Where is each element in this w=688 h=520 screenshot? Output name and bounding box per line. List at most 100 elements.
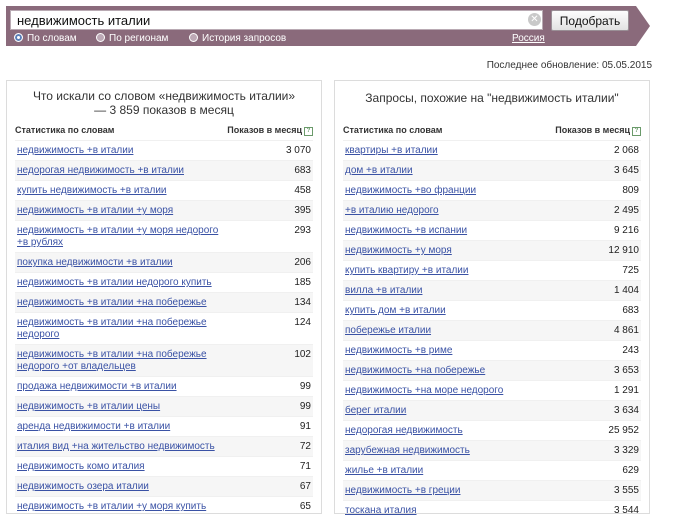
tab-history[interactable]: История запросов: [189, 33, 286, 44]
query-link[interactable]: недвижимость +на побережье: [343, 361, 560, 380]
panel-title: Запросы, похожие на "недвижимость италии…: [365, 91, 619, 105]
impressions-count: 206: [294, 257, 311, 268]
table-row: недвижимость +в италии +на побережье нед…: [15, 312, 313, 344]
query-link[interactable]: купить дом +в италии: [343, 301, 560, 320]
table-row: купить дом +в италии 683: [343, 300, 641, 320]
query-link[interactable]: дом +в италии: [343, 161, 560, 180]
help-icon[interactable]: ?: [632, 127, 641, 136]
last-updated: Последнее обновление: 05.05.2015: [486, 60, 652, 71]
impressions-count: 725: [622, 265, 639, 276]
column-header-impressions: Показов в месяц?: [227, 125, 313, 136]
query-link[interactable]: недвижимость +во франции: [343, 181, 560, 200]
impressions-count: 9 216: [613, 225, 639, 236]
impressions-count: 99: [299, 401, 311, 412]
tab-label: По регионам: [109, 33, 169, 44]
column-header-impressions: Показов в месяц?: [555, 125, 641, 136]
table-row: недвижимость +в италии +на побережье нед…: [15, 344, 313, 376]
clear-icon[interactable]: ✕: [528, 13, 541, 26]
table-row: купить недвижимость +в италии 458: [15, 180, 313, 200]
find-button[interactable]: Подобрать: [551, 10, 629, 31]
impressions-count: 12 910: [608, 245, 639, 256]
query-link[interactable]: недорогая недвижимость +в италии: [15, 161, 232, 180]
query-link[interactable]: недвижимость +в италии цены: [15, 397, 232, 416]
column-header-words: Статистика по словам: [343, 125, 443, 135]
table-row: недвижимость +в риме 243: [343, 340, 641, 360]
impressions-count: 3 653: [613, 365, 639, 376]
impressions-count: 102: [294, 349, 311, 360]
query-link[interactable]: купить квартиру +в италии: [343, 261, 560, 280]
table-row: купить квартиру +в италии 725: [343, 260, 641, 280]
query-link[interactable]: купить недвижимость +в италии: [15, 181, 232, 200]
query-link[interactable]: аренда недвижимости +в италии: [15, 417, 232, 436]
impressions-count: 3 645: [613, 165, 639, 176]
query-link[interactable]: тоскана италия: [343, 501, 560, 520]
impressions-count: 91: [299, 421, 311, 432]
query-link[interactable]: недвижимость озера италии: [15, 477, 232, 496]
similar-table: квартиры +в италии 2 068 дом +в италии 3 64…: [343, 140, 641, 520]
query-link[interactable]: недвижимость +в италии +на побережье нед…: [15, 345, 232, 376]
query-link[interactable]: недорогая недвижимость: [343, 421, 560, 440]
query-link[interactable]: зарубежная недвижимость: [343, 441, 560, 460]
query-link[interactable]: недвижимость +в италии +у моря недорого …: [15, 221, 232, 252]
impressions-count: 72: [299, 441, 311, 452]
query-link[interactable]: берег италии: [343, 401, 560, 420]
impressions-count: 3 329: [613, 445, 639, 456]
query-link[interactable]: недвижимость +в италии: [15, 141, 232, 160]
query-link[interactable]: квартиры +в италии: [343, 141, 560, 160]
table-row: недорогая недвижимость +в италии 683: [15, 160, 313, 180]
header-arrow: [636, 6, 650, 46]
impressions-count: 3 070: [285, 145, 311, 156]
query-link[interactable]: недвижимость +в италии +у моря: [15, 201, 232, 220]
table-row: недвижимость +в италии +у моря 395: [15, 200, 313, 220]
tab-by-regions[interactable]: По регионам: [96, 33, 168, 44]
query-link[interactable]: жилье +в италии: [343, 461, 560, 480]
radio-icon: [96, 33, 105, 42]
query-link[interactable]: недвижимость +в италии +на побережье: [15, 293, 232, 312]
table-row: недвижимость +в италии +на побережье 134: [15, 292, 313, 312]
impressions-count: 1 404: [613, 285, 639, 296]
impressions-count: 395: [294, 205, 311, 216]
table-row: +в италию недорого 2 495: [343, 200, 641, 220]
tab-by-words[interactable]: По словам: [14, 33, 77, 44]
query-link[interactable]: недвижимость +в риме: [343, 341, 560, 360]
query-link[interactable]: недвижимость +в италии +у моря купить: [15, 497, 232, 516]
impressions-count: 3 634: [613, 405, 639, 416]
impressions-count: 458: [294, 185, 311, 196]
region-link[interactable]: Россия: [512, 33, 545, 44]
query-link[interactable]: италия вид +на жительство недвижимость: [15, 437, 232, 456]
search-input[interactable]: недвижимость италии: [10, 10, 543, 30]
query-link[interactable]: недвижимость +в италии +на побережье нед…: [15, 313, 232, 344]
query-link[interactable]: продажа недвижимости +в италии: [15, 377, 232, 396]
impressions-count: 99: [299, 381, 311, 392]
query-link[interactable]: недвижимость +у моря: [343, 241, 560, 260]
similar-panel: Запросы, похожие на "недвижимость италии…: [334, 80, 650, 516]
query-link[interactable]: покупка недвижимости +в италии: [15, 253, 232, 272]
help-icon[interactable]: ?: [304, 127, 313, 136]
table-row: недвижимость +в италии +у моря купить 65: [15, 496, 313, 516]
impressions-count: 134: [294, 297, 311, 308]
table-row: жилье +в италии 629: [343, 460, 641, 480]
words-table: недвижимость +в италии 3 070 недорогая нед…: [15, 140, 313, 516]
query-link[interactable]: недвижимость +в греции: [343, 481, 560, 500]
table-row: недвижимость +в италии цены 99: [15, 396, 313, 416]
query-link[interactable]: вилла +в италии: [343, 281, 560, 300]
table-row: аренда недвижимости +в италии 91: [15, 416, 313, 436]
radio-icon: [189, 33, 198, 42]
table-row: недвижимость +в италии недорого купить 18…: [15, 272, 313, 292]
impressions-count: 185: [294, 277, 311, 288]
query-link[interactable]: +в италию недорого: [343, 201, 560, 220]
query-link[interactable]: недвижимость +на море недорого: [343, 381, 560, 400]
query-link[interactable]: недвижимость +в италии недорого купить: [15, 273, 232, 292]
impressions-count: 71: [299, 461, 311, 472]
table-row: покупка недвижимости +в италии 206: [15, 252, 313, 272]
query-link[interactable]: недвижимость +в испании: [343, 221, 560, 240]
query-link[interactable]: недвижимость комо италия: [15, 457, 232, 476]
query-link[interactable]: побережье италии: [343, 321, 560, 340]
impressions-count: 683: [294, 165, 311, 176]
column-header-label: Показов в месяц: [555, 125, 630, 135]
table-header: Статистика по словам Показов в месяц?: [343, 125, 641, 139]
table-row: недвижимость комо италия 71: [15, 456, 313, 476]
impressions-count: 243: [622, 345, 639, 356]
table-row: берег италии 3 634: [343, 400, 641, 420]
impressions-count: 4 861: [613, 325, 639, 336]
